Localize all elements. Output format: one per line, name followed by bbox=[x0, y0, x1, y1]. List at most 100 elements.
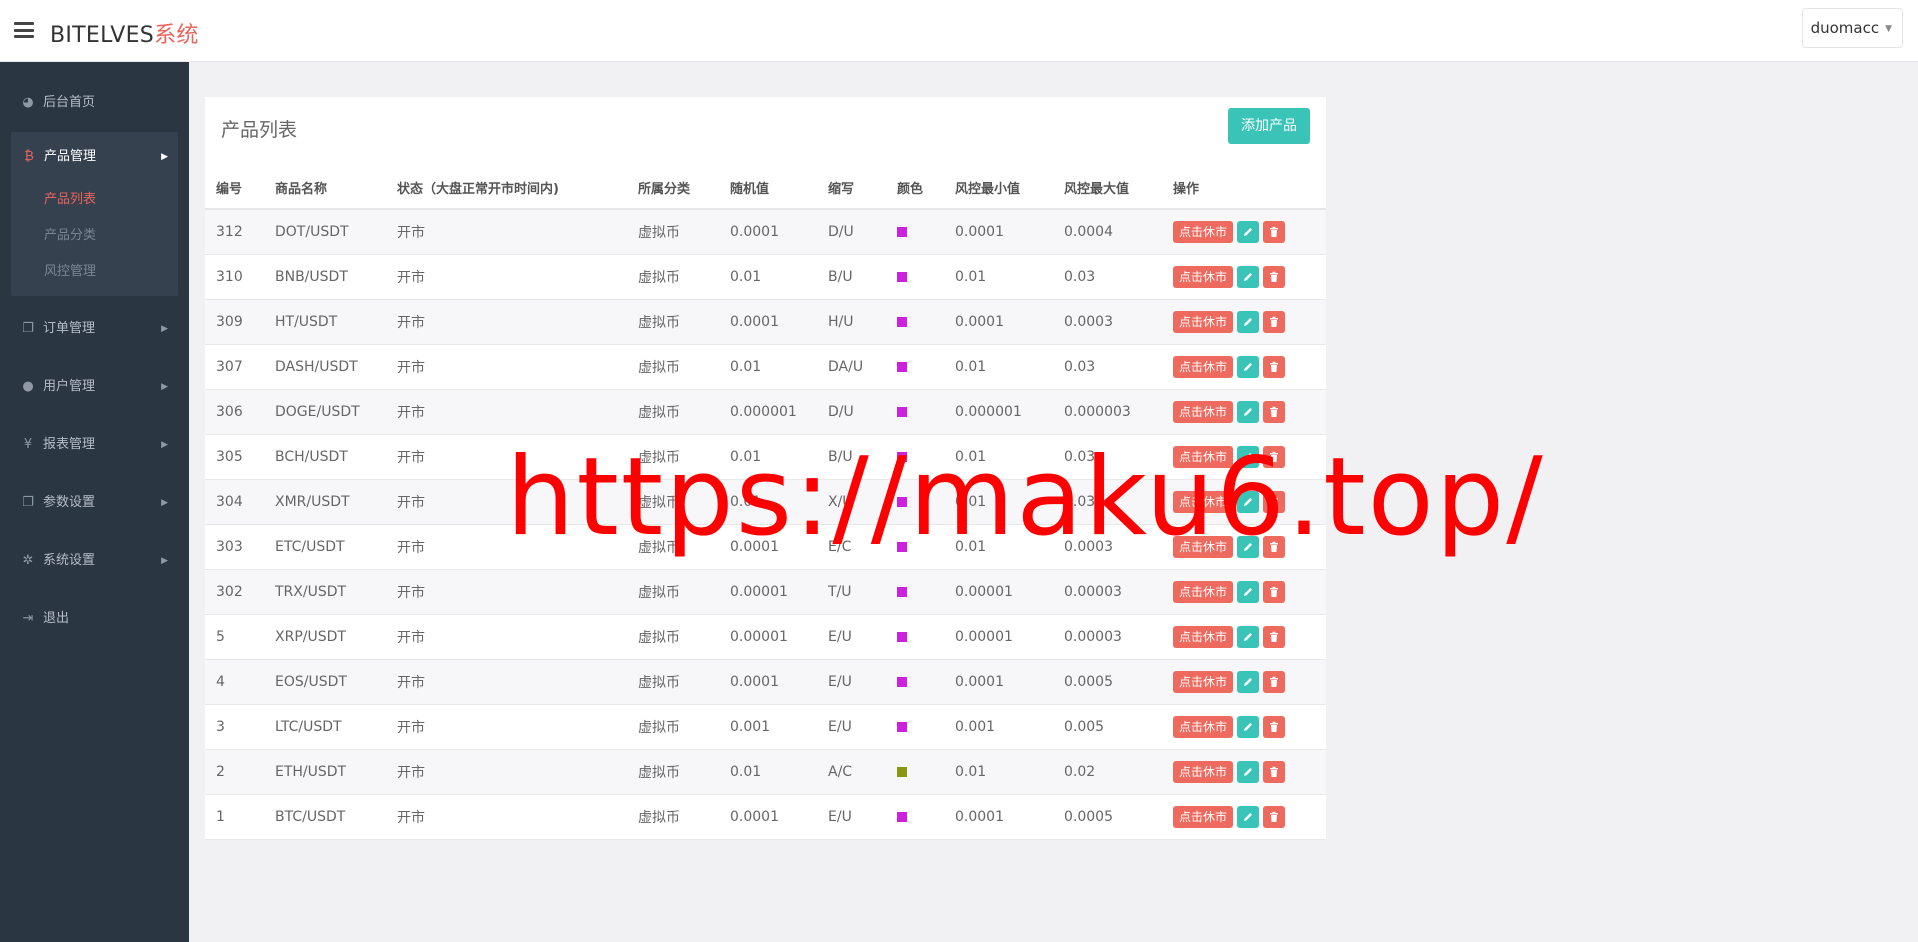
column-header-max[interactable]: 风控最大值 bbox=[1053, 167, 1162, 210]
edit-button[interactable] bbox=[1237, 311, 1260, 333]
column-header-min[interactable]: 风控最小值 bbox=[944, 167, 1053, 210]
column-header-abbr[interactable]: 缩写 bbox=[817, 167, 886, 210]
sidebar-item-params[interactable]: ❐ 参数设置 ▶ bbox=[0, 474, 189, 532]
close-market-button[interactable]: 点击休市 bbox=[1173, 626, 1234, 648]
cell-category: 虚拟币 bbox=[627, 569, 719, 615]
color-swatch bbox=[897, 227, 907, 237]
sidebar-item-products[interactable]: ₿ 产品管理 ▶ bbox=[11, 132, 178, 182]
sidebar-item-logout[interactable]: ⇥ 退出 bbox=[0, 590, 189, 648]
sidebar-item-reports[interactable]: ¥ 报表管理 ▶ bbox=[0, 416, 189, 474]
column-header-category[interactable]: 所属分类 bbox=[627, 167, 719, 210]
color-swatch bbox=[897, 632, 907, 642]
edit-button[interactable] bbox=[1237, 806, 1260, 828]
delete-button[interactable] bbox=[1263, 806, 1286, 828]
edit-button[interactable] bbox=[1237, 356, 1260, 378]
cell-actions: 点击休市 bbox=[1162, 659, 1326, 705]
cell-actions: 点击休市 bbox=[1162, 524, 1326, 570]
column-header-id[interactable]: 编号 bbox=[205, 167, 264, 210]
table-row: 1 BTC/USDT 开市 虚拟币 0.0001 E/U 0.0001 0.0005 点击休市 bbox=[205, 794, 1326, 840]
sidebar-subitem-risk-control[interactable]: 风控管理 bbox=[11, 254, 178, 290]
cell-category: 虚拟币 bbox=[627, 299, 719, 345]
caret-right-icon: ▶ bbox=[161, 382, 168, 392]
close-market-button[interactable]: 点击休市 bbox=[1173, 761, 1234, 783]
menu-toggle-icon[interactable] bbox=[14, 22, 34, 38]
brand-logo[interactable]: BITELVES系统 bbox=[50, 17, 199, 49]
cell-abbr: X/U bbox=[817, 479, 886, 525]
cell-status: 开市 bbox=[386, 704, 627, 750]
sidebar-item-users[interactable]: ● 用户管理 ▶ bbox=[0, 358, 189, 416]
cell-status: 开市 bbox=[386, 524, 627, 570]
color-swatch bbox=[897, 497, 907, 507]
close-market-button[interactable]: 点击休市 bbox=[1173, 446, 1234, 468]
sidebar-subitem-product-category[interactable]: 产品分类 bbox=[11, 218, 178, 254]
cell-id: 303 bbox=[205, 524, 264, 570]
cell-abbr: E/U bbox=[817, 704, 886, 750]
sidebar-item-dashboard[interactable]: ◕ 后台首页 bbox=[0, 74, 189, 132]
cell-risk-min: 0.01 bbox=[944, 749, 1053, 795]
delete-button[interactable] bbox=[1263, 266, 1286, 288]
sidebar-subitem-product-list[interactable]: 产品列表 bbox=[11, 182, 178, 218]
edit-button[interactable] bbox=[1237, 401, 1260, 423]
delete-button[interactable] bbox=[1263, 311, 1286, 333]
close-market-button[interactable]: 点击休市 bbox=[1173, 671, 1234, 693]
delete-button[interactable] bbox=[1263, 581, 1286, 603]
close-market-button[interactable]: 点击休市 bbox=[1173, 536, 1234, 558]
delete-button[interactable] bbox=[1263, 491, 1286, 513]
sidebar-item-system[interactable]: ✲ 系统设置 ▶ bbox=[0, 532, 189, 590]
delete-button[interactable] bbox=[1263, 671, 1286, 693]
sidebar-item-label: 订单管理 bbox=[43, 321, 96, 336]
cell-id: 3 bbox=[205, 704, 264, 750]
user-dropdown[interactable]: duomacc ▼ bbox=[1801, 8, 1903, 48]
delete-button[interactable] bbox=[1263, 401, 1286, 423]
edit-button[interactable] bbox=[1237, 716, 1260, 738]
pencil-icon bbox=[1244, 363, 1253, 371]
edit-button[interactable] bbox=[1237, 266, 1260, 288]
cell-color bbox=[886, 344, 944, 390]
edit-button[interactable] bbox=[1237, 491, 1260, 513]
table-row: 310 BNB/USDT 开市 虚拟币 0.01 B/U 0.01 0.03 点击休市 bbox=[205, 254, 1326, 300]
delete-button[interactable] bbox=[1263, 626, 1286, 648]
delete-button[interactable] bbox=[1263, 356, 1286, 378]
delete-button[interactable] bbox=[1263, 221, 1286, 243]
table-row: 304 XMR/USDT 开市 虚拟币 0.01 X/U 0.01 0.03 点击休市 bbox=[205, 479, 1326, 525]
close-market-button[interactable]: 点击休市 bbox=[1173, 491, 1234, 513]
close-market-button[interactable]: 点击休市 bbox=[1173, 311, 1234, 333]
sidebar-item-orders[interactable]: ❐ 订单管理 ▶ bbox=[0, 300, 189, 358]
column-header-status[interactable]: 状态（大盘正常开市时间内) bbox=[386, 167, 627, 210]
cell-color bbox=[886, 479, 944, 525]
close-market-button[interactable]: 点击休市 bbox=[1173, 356, 1234, 378]
cell-risk-min: 0.01 bbox=[944, 254, 1053, 300]
delete-button[interactable] bbox=[1263, 536, 1286, 558]
trash-icon bbox=[1270, 676, 1279, 687]
cell-color bbox=[886, 524, 944, 570]
column-header-color[interactable]: 颜色 bbox=[886, 167, 944, 210]
edit-button[interactable] bbox=[1237, 626, 1260, 648]
cell-risk-max: 0.00003 bbox=[1053, 569, 1162, 615]
edit-button[interactable] bbox=[1237, 581, 1260, 603]
cell-name: HT/USDT bbox=[264, 299, 386, 345]
cell-random: 0.0001 bbox=[719, 659, 817, 705]
color-swatch bbox=[897, 587, 907, 597]
color-swatch bbox=[897, 452, 907, 462]
close-market-button[interactable]: 点击休市 bbox=[1173, 266, 1234, 288]
cell-status: 开市 bbox=[386, 299, 627, 345]
delete-button[interactable] bbox=[1263, 761, 1286, 783]
delete-button[interactable] bbox=[1263, 716, 1286, 738]
edit-button[interactable] bbox=[1237, 671, 1260, 693]
delete-button[interactable] bbox=[1263, 446, 1286, 468]
edit-button[interactable] bbox=[1237, 761, 1260, 783]
close-market-button[interactable]: 点击休市 bbox=[1173, 221, 1234, 243]
close-market-button[interactable]: 点击休市 bbox=[1173, 581, 1234, 603]
table-row: 2 ETH/USDT 开市 虚拟币 0.01 A/C 0.01 0.02 点击休市 bbox=[205, 749, 1326, 795]
close-market-button[interactable]: 点击休市 bbox=[1173, 806, 1234, 828]
add-product-button[interactable]: 添加产品 bbox=[1228, 108, 1310, 144]
column-header-name[interactable]: 商品名称 bbox=[264, 167, 386, 210]
sign-out-icon: ⇥ bbox=[22, 611, 34, 626]
edit-button[interactable] bbox=[1237, 446, 1260, 468]
column-header-random[interactable]: 随机值 bbox=[719, 167, 817, 210]
cell-random: 0.0001 bbox=[719, 524, 817, 570]
edit-button[interactable] bbox=[1237, 221, 1260, 243]
edit-button[interactable] bbox=[1237, 536, 1260, 558]
close-market-button[interactable]: 点击休市 bbox=[1173, 401, 1234, 423]
close-market-button[interactable]: 点击休市 bbox=[1173, 716, 1234, 738]
